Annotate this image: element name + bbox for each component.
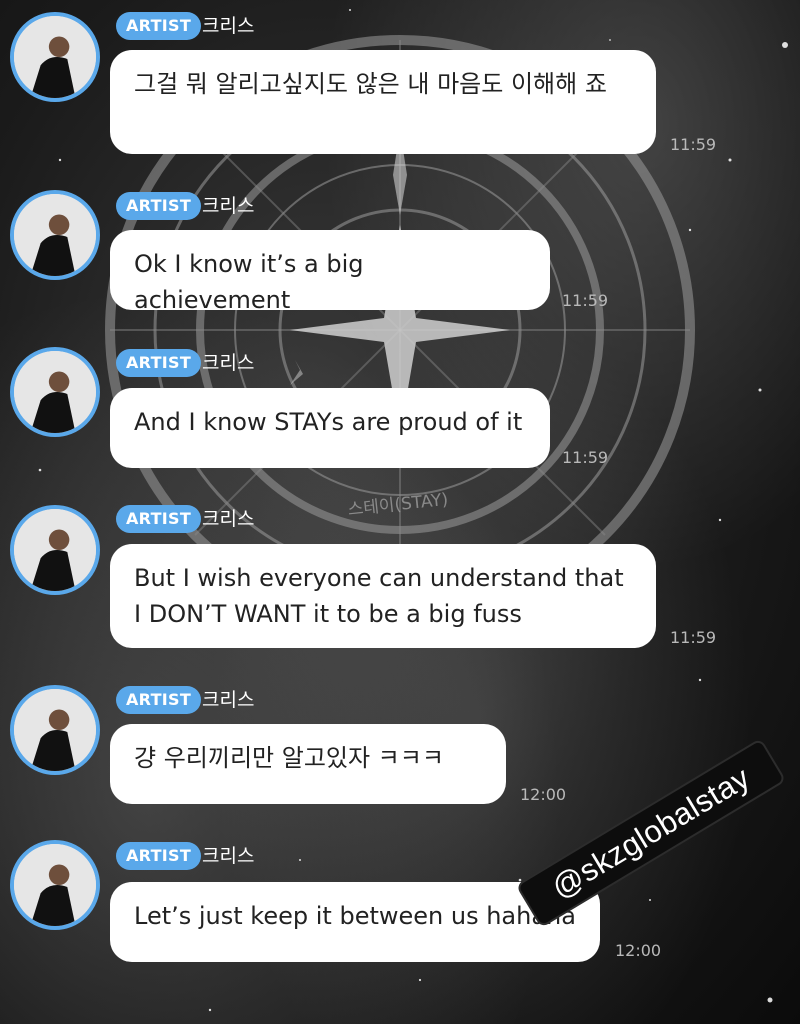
message-bubble: 그걸 뭐 알리고싶지도 않은 내 마음도 이해해 죠 [110, 50, 656, 154]
message-time: 11:59 [670, 135, 717, 154]
artist-badge: ARTIST [116, 842, 202, 870]
sender-name: 크리스 [202, 195, 255, 217]
sender-name: 크리스 [202, 352, 255, 374]
artist-badge: ARTIST [116, 12, 202, 40]
message-time: 11:59 [670, 628, 717, 647]
avatar[interactable] [10, 505, 100, 595]
sender-name: 크리스 [202, 508, 255, 530]
message-bubble: Ok I know it’s a big achievement [110, 230, 550, 314]
message-time: 11:59 [562, 448, 609, 467]
avatar[interactable] [10, 840, 100, 930]
avatar[interactable] [10, 190, 100, 280]
background-emblem-text: 스테이(STAY) [347, 490, 449, 520]
avatar[interactable] [10, 12, 100, 102]
sender-name: 크리스 [202, 845, 255, 867]
message-bubble: 걍 우리끼리만 알고있자 ㅋㅋㅋ [110, 724, 506, 804]
artist-badge: ARTIST [116, 686, 202, 714]
artist-badge: ARTIST [116, 349, 202, 377]
message-time: 12:00 [615, 941, 662, 960]
artist-badge: ARTIST [116, 192, 202, 220]
message-time: 11:59 [562, 291, 609, 310]
avatar[interactable] [10, 347, 100, 437]
sender-name: 크리스 [202, 15, 255, 37]
message-bubble: And I know STAYs are proud of it [110, 388, 550, 468]
message-bubble: But I wish everyone can understand that … [110, 544, 656, 648]
artist-badge: ARTIST [116, 505, 202, 533]
message-time: 12:00 [520, 785, 567, 804]
sender-name: 크리스 [202, 689, 255, 711]
avatar[interactable] [10, 685, 100, 775]
